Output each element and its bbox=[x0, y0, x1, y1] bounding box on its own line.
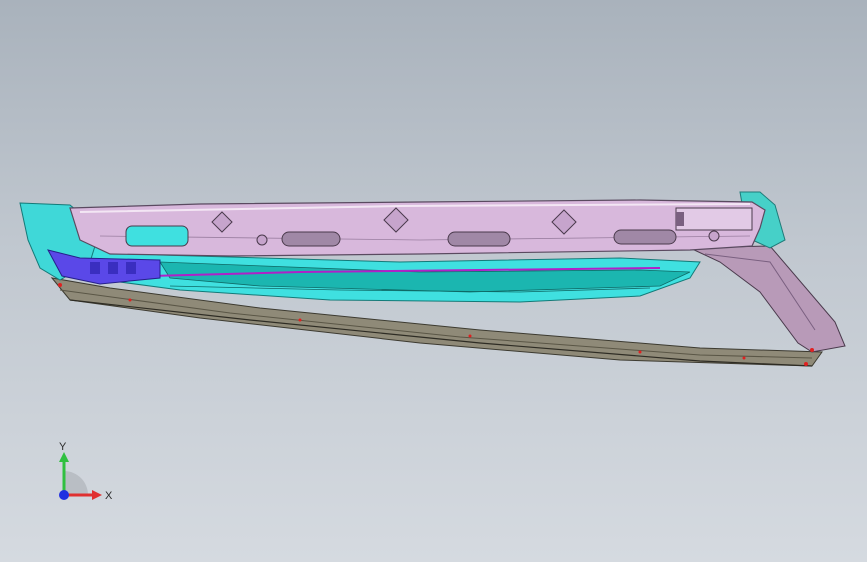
outer-panel[interactable] bbox=[69, 199, 766, 257]
z-axis-dot bbox=[59, 490, 69, 500]
cad-model-view[interactable] bbox=[0, 0, 867, 562]
coordinate-triad: Y X bbox=[59, 441, 113, 502]
graphics-viewport[interactable]: Y X bbox=[0, 0, 867, 562]
y-axis-label: Y bbox=[59, 441, 67, 453]
x-axis-label: X bbox=[105, 490, 113, 502]
